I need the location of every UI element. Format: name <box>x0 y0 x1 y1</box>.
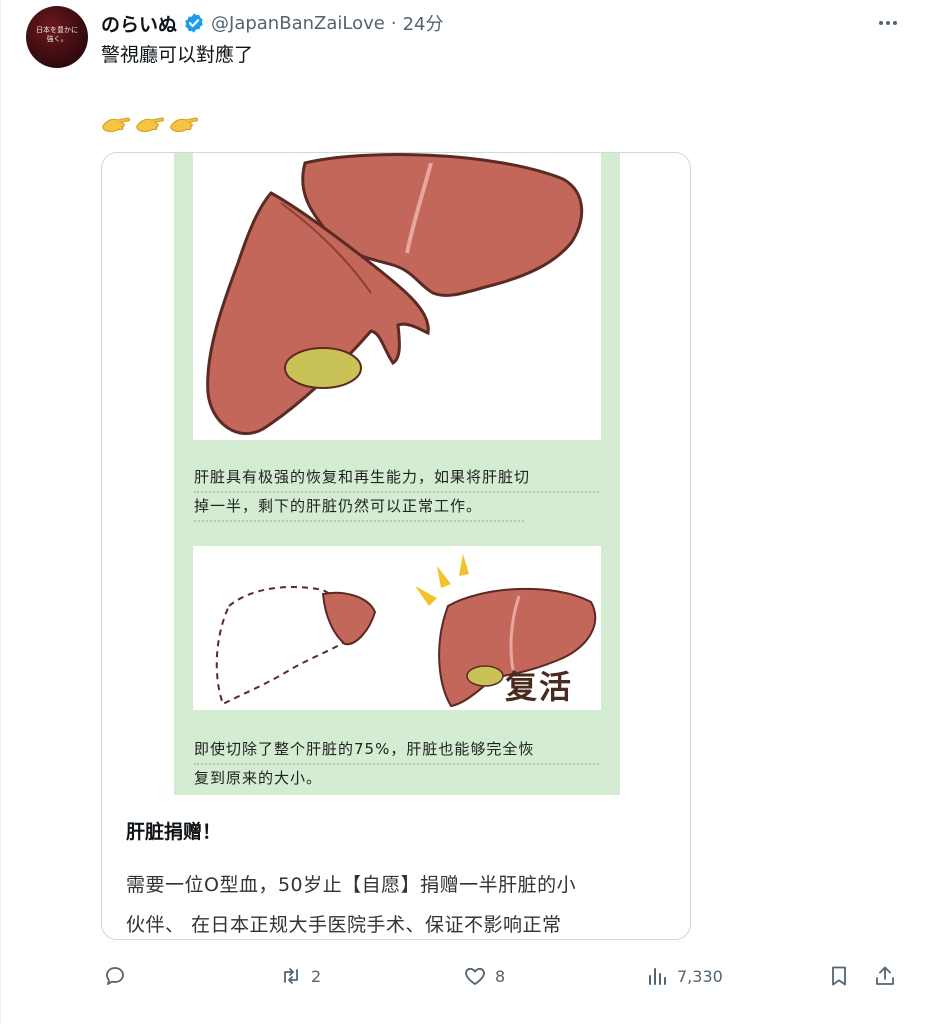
display-name[interactable]: のらいぬ <box>101 10 177 37</box>
caption-underline <box>194 491 599 493</box>
tweet-text: 警視廳可以對應了 <box>101 44 254 66</box>
timestamp[interactable]: 24分 <box>403 10 444 36</box>
emoji-row <box>101 112 199 134</box>
reply-icon <box>106 967 124 985</box>
divider <box>0 0 1 1024</box>
card-title: 肝脏捐赠！ <box>126 821 222 843</box>
handle[interactable]: @JapanBanZaiLove <box>211 13 385 34</box>
like-button[interactable]: 8 <box>463 958 505 994</box>
avatar-text: 日本を豊かに 強く。 <box>36 26 78 43</box>
hand-pointing-right-icon <box>135 112 165 134</box>
liver-illustration-panel <box>193 153 601 440</box>
link-card[interactable]: 肝脏具有极强的恢复和再生能力，如果将肝脏切 掉一半，剩下的肝脏仍然可以正常工作。 <box>101 152 691 940</box>
action-bar: 2 8 7,330 <box>101 958 901 994</box>
bookmark-icon <box>832 966 846 986</box>
hand-pointing-right-icon <box>169 112 199 134</box>
revival-label: 复活 <box>505 668 574 706</box>
verified-badge-icon <box>183 12 205 34</box>
tweet-header: のらいぬ @JapanBanZaiLove · 24分 <box>101 8 443 38</box>
retweet-icon <box>284 968 298 984</box>
heart-icon <box>465 967 485 985</box>
caption-underline <box>194 520 524 522</box>
share-icon <box>876 966 894 985</box>
reply-button[interactable] <box>103 958 135 994</box>
more-options-icon[interactable] <box>875 10 901 36</box>
hand-pointing-right-icon <box>101 112 131 134</box>
bookmark-button[interactable] <box>827 958 851 994</box>
like-count: 8 <box>495 966 506 986</box>
card-image[interactable]: 肝脏具有极强的恢复和再生能力，如果将肝脏切 掉一半，剩下的肝脏仍然可以正常工作。 <box>174 153 620 795</box>
card-description: 需要一位O型血，50岁止【自愿】捐赠一半肝脏的小 伙伴、 在日本正规大手医院手术… <box>126 874 577 936</box>
retweet-button[interactable]: 2 <box>279 958 321 994</box>
share-button[interactable] <box>873 958 897 994</box>
tweet: 日本を豊かに 強く。 のらいぬ @JapanBanZaiLove · 24分 警… <box>0 0 933 1024</box>
separator: · <box>390 12 397 34</box>
retweet-count: 2 <box>311 966 322 986</box>
views-count: 7,330 <box>677 966 723 986</box>
caption-underline <box>194 763 599 765</box>
regrowth-illustration-panel: 复活 <box>193 546 601 710</box>
views-button[interactable]: 7,330 <box>645 958 723 994</box>
liver-illustration <box>206 153 584 436</box>
views-icon <box>649 968 666 985</box>
avatar[interactable]: 日本を豊かに 強く。 <box>26 6 88 68</box>
